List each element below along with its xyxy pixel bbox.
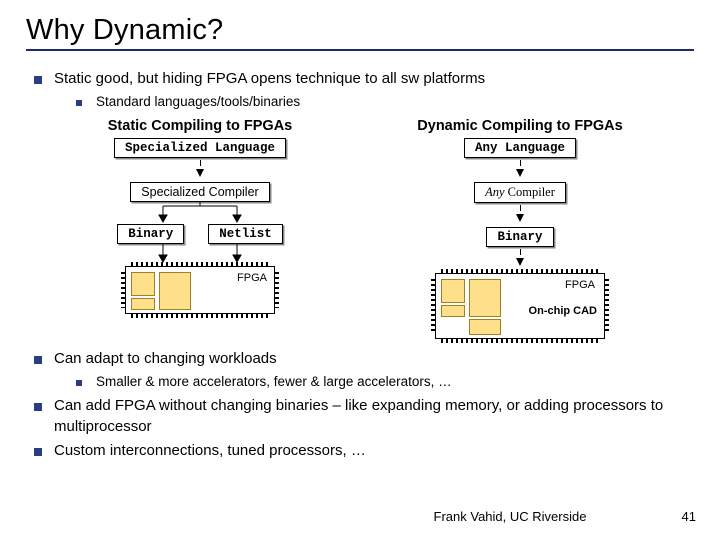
bullet-static-good: Static good, but hiding FPGA opens techn… [26,69,694,112]
box-netlist: Netlist [208,224,283,244]
box-any-language: Any Language [464,138,576,158]
box-binary-left: Binary [117,224,184,244]
static-col-title: Static Compiling to FPGAs [108,118,292,134]
box-any-compiler: Any Compiler [474,182,566,203]
split-arrows [115,202,285,224]
bullet-add-fpga: Can add FPGA without changing binaries –… [26,396,694,437]
bullet-custom: Custom interconnections, tuned processor… [26,441,694,461]
merge-arrows [115,244,285,264]
dynamic-col-title: Dynamic Compiling to FPGAs [417,118,622,134]
bullet-adapt: Can adapt to changing workloads Smaller … [26,349,694,392]
chip-left-label: FPGA [237,272,267,284]
dynamic-compiling-column: Dynamic Compiling to FPGAs Any Language … [395,118,645,339]
page-title: Why Dynamic? [26,14,694,47]
bullet-text: Can adapt to changing workloads [54,350,277,367]
chip-right: FPGA On-chip CAD [435,273,605,339]
footer-author: Frank Vahid, UC Riverside [0,509,720,524]
static-compiling-column: Static Compiling to FPGAs Specialized La… [75,118,325,339]
bullet-standard-langs: Standard languages/tools/binaries [68,93,694,112]
chip-right-cad: On-chip CAD [529,305,597,317]
slide-number: 41 [682,509,696,524]
bullet-text: Static good, but hiding FPGA opens techn… [54,70,485,87]
box-binary-right: Binary [486,227,553,247]
diagram-row: Static Compiling to FPGAs Specialized La… [26,118,694,339]
title-rule [26,49,694,51]
chip-right-fpga: FPGA [565,279,595,291]
box-specialized-language: Specialized Language [114,138,286,158]
box-specialized-compiler: Specialized Compiler [130,182,269,202]
bullet-accelerators: Smaller & more accelerators, fewer & lar… [68,373,694,392]
chip-left: FPGA [125,266,275,314]
